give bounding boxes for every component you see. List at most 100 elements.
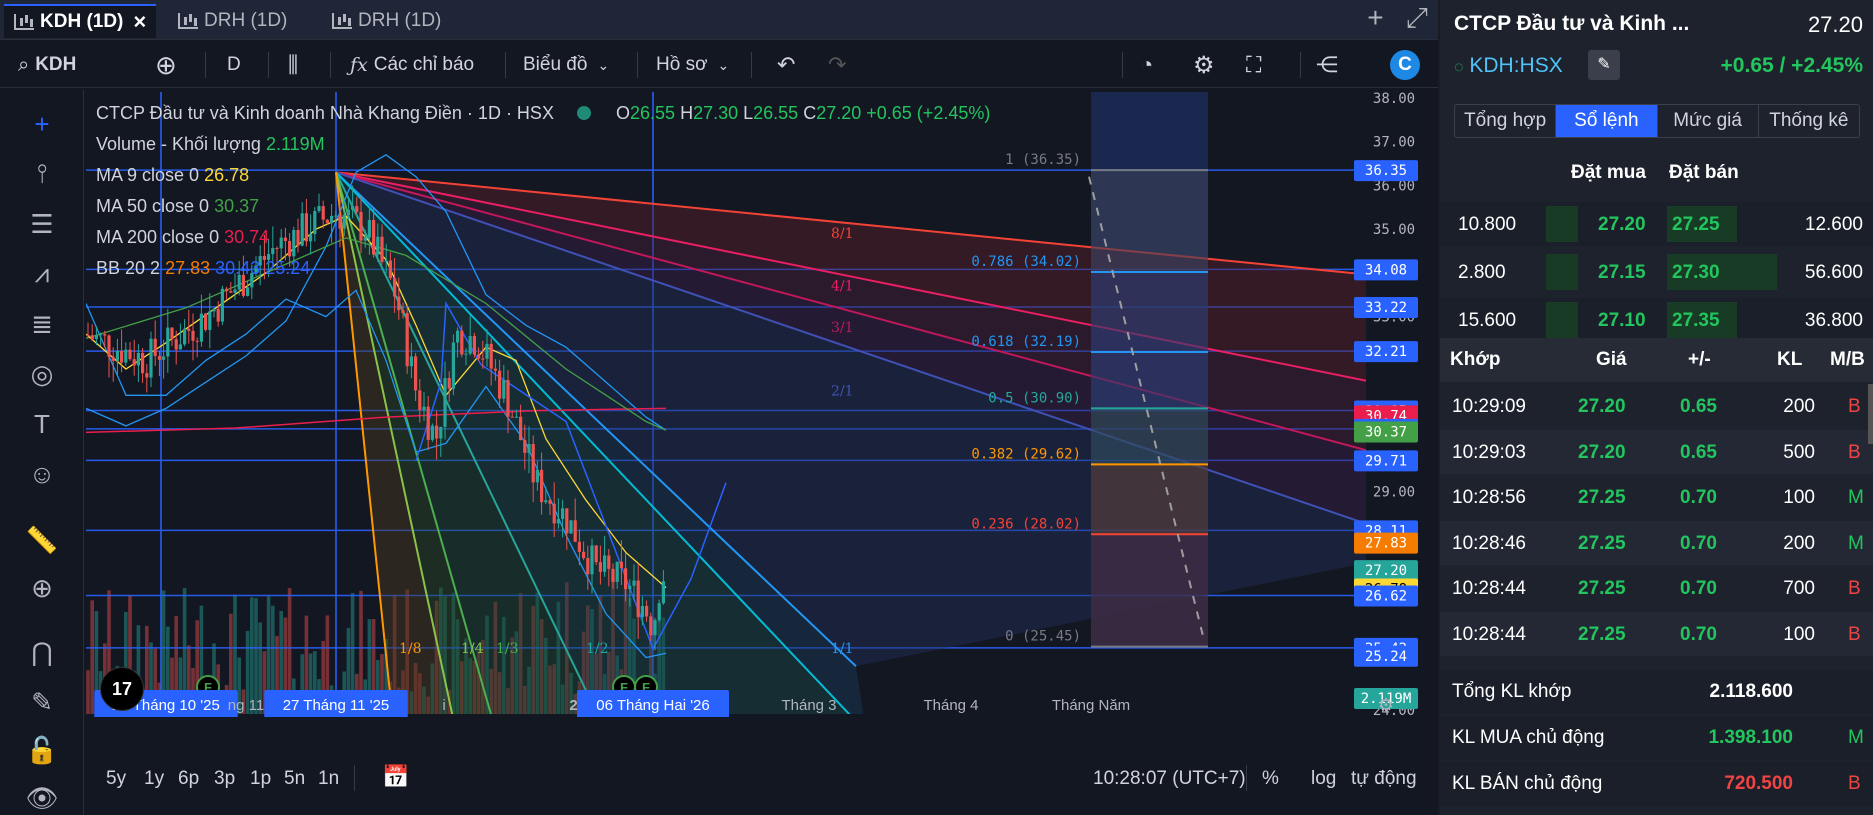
candle-body — [418, 390, 422, 411]
orderbook-row[interactable]: 2.800 27.15 27.30 56.600 — [1440, 250, 1873, 294]
crosshair-icon[interactable]: + — [22, 104, 62, 144]
price-chart[interactable]: 1 (36.35) 0.786 (34.02) 0.618 (32.19) 0.5 (… — [85, 91, 1439, 733]
candle-body — [510, 416, 514, 418]
ask-price: 27.30 — [1672, 262, 1720, 283]
volume-bar — [90, 600, 94, 717]
magnet-icon[interactable]: ⋂ — [22, 632, 62, 672]
candle-body — [603, 555, 607, 572]
candle-body — [430, 425, 434, 440]
candle-body — [178, 344, 182, 350]
gear-icon[interactable]: ⚙ — [1193, 42, 1215, 88]
sell-header: Đặt bán — [1669, 162, 1739, 183]
tab-kdh[interactable]: KDH (1D) × — [4, 4, 157, 38]
candle-body — [569, 520, 573, 534]
symbol-search[interactable]: ⌕ KDH — [18, 42, 76, 88]
expand-icon[interactable]: ⤢ — [1406, 2, 1428, 35]
candle-body — [657, 603, 661, 621]
trade-volume: 200 — [1783, 532, 1815, 554]
pencil-lock-icon[interactable]: ✎ — [22, 682, 62, 722]
fib-label: 0.382 (29.62) — [971, 446, 1081, 462]
fib-label: 0.236 (28.02) — [971, 516, 1081, 532]
candle-body — [107, 335, 111, 357]
orderbook-row[interactable]: 10.800 27.20 27.25 12.600 — [1440, 202, 1873, 246]
trade-price: 27.25 — [1578, 532, 1626, 554]
lock-icon[interactable]: 🔓 — [22, 730, 62, 770]
candle-body — [120, 350, 124, 363]
tab-drh-1[interactable]: DRH (1D) — [168, 4, 297, 38]
orderbook-row[interactable]: 15.600 27.10 27.35 36.800 — [1440, 298, 1873, 342]
bid-price: 27.15 — [1598, 262, 1646, 283]
tab-drh-2[interactable]: DRH (1D) — [322, 4, 451, 38]
status-icon: ◌ — [1454, 59, 1464, 76]
candle-body — [111, 356, 115, 361]
range-1d[interactable]: 1n — [318, 768, 339, 790]
close-icon[interactable]: × — [133, 9, 146, 35]
add-tab-icon[interactable]: + — [1367, 2, 1383, 35]
trendline-icon[interactable]: ⫯ — [22, 154, 62, 194]
candle-body — [157, 355, 161, 360]
scrollbar[interactable] — [1868, 384, 1873, 444]
tab-statistics[interactable]: Thống kê — [1759, 105, 1859, 137]
candle-body — [426, 406, 430, 440]
tab-summary[interactable]: Tổng hợp — [1455, 105, 1557, 137]
ask-qty: 56.600 — [1804, 262, 1863, 283]
hlines-icon[interactable]: ☰ — [22, 204, 62, 244]
price-badge-label: 30.37 — [1365, 425, 1407, 441]
edit-icon[interactable]: ✎ — [1588, 50, 1620, 80]
close-value: 27.20 — [816, 103, 862, 123]
trade-row: 10:29:09 27.20 0.65 200 B — [1440, 384, 1873, 428]
y-tick: 37.00 — [1373, 135, 1415, 151]
trade-price: 27.25 — [1578, 487, 1626, 508]
candle-body — [514, 416, 518, 418]
candle-body — [632, 580, 636, 586]
candle-body — [153, 338, 157, 356]
range-6m[interactable]: 6p — [178, 768, 199, 790]
ticker-link[interactable]: ◌ KDH:HSX — [1454, 54, 1563, 78]
range-5d[interactable]: 5n — [284, 768, 305, 790]
range-1m[interactable]: 1p — [250, 768, 271, 790]
candle-body — [645, 605, 649, 617]
candle-body — [460, 330, 464, 355]
tab-orderbook[interactable]: Sổ lệnh — [1556, 105, 1658, 137]
visibility-dot-icon[interactable] — [576, 106, 591, 120]
log-toggle[interactable]: log — [1311, 768, 1336, 790]
trade-change: 0.65 — [1680, 396, 1717, 417]
candle-body — [246, 287, 250, 296]
fib-icon[interactable]: ≣ — [22, 304, 62, 344]
candle-body — [212, 308, 216, 312]
date-range-icon[interactable]: 📅 — [382, 764, 409, 790]
bb-label: BB 20 2 — [96, 258, 161, 278]
alert-icon[interactable]: ◔ — [1140, 42, 1153, 88]
open-value: 26.55 — [630, 103, 676, 123]
profile-button[interactable]: Hồ sơ ⌄ — [656, 42, 729, 88]
projection-icon[interactable]: ◎ — [22, 354, 62, 394]
compare-add-icon[interactable]: ⊕ — [155, 42, 177, 88]
trade-change: 0.70 — [1680, 578, 1717, 599]
zoom-in-icon[interactable]: ⊕ — [22, 568, 62, 608]
percent-toggle[interactable]: % — [1262, 768, 1279, 790]
pattern-icon[interactable]: ⩘ — [22, 254, 62, 294]
share-icon[interactable]: ⋲ — [1316, 42, 1338, 88]
undo-icon[interactable]: ↶ — [777, 42, 795, 88]
auto-toggle[interactable]: tự động — [1351, 768, 1417, 790]
emoji-icon[interactable]: ☺ — [22, 454, 62, 494]
trade-time: 10:28:56 — [1452, 487, 1526, 508]
tab-price-levels[interactable]: Mức giá — [1658, 105, 1759, 137]
ruler-icon[interactable]: 📏 — [22, 520, 62, 560]
text-icon[interactable]: T — [22, 404, 62, 444]
tv-logo[interactable]: 17 — [100, 667, 144, 711]
candles-icon[interactable]: ⫼ — [288, 42, 298, 88]
candle-body — [640, 605, 644, 618]
interval-button[interactable]: D — [227, 42, 241, 88]
fullscreen-icon[interactable]: ⛶ — [1246, 42, 1261, 88]
redo-icon[interactable]: ↷ — [828, 42, 846, 88]
x-tick: Tháng 4 — [923, 697, 978, 714]
summary-value: 720.500 — [1724, 773, 1793, 794]
range-5y[interactable]: 5y — [106, 768, 126, 790]
brand-logo[interactable]: C — [1390, 42, 1420, 88]
range-1y[interactable]: 1y — [144, 768, 164, 790]
chart-type-button[interactable]: Biểu đồ ⌄ — [523, 42, 609, 88]
range-3m[interactable]: 3p — [214, 768, 235, 790]
indicators-button[interactable]: ƒx Các chỉ báo — [350, 42, 474, 88]
eye-icon[interactable]: 👁 — [22, 778, 62, 815]
